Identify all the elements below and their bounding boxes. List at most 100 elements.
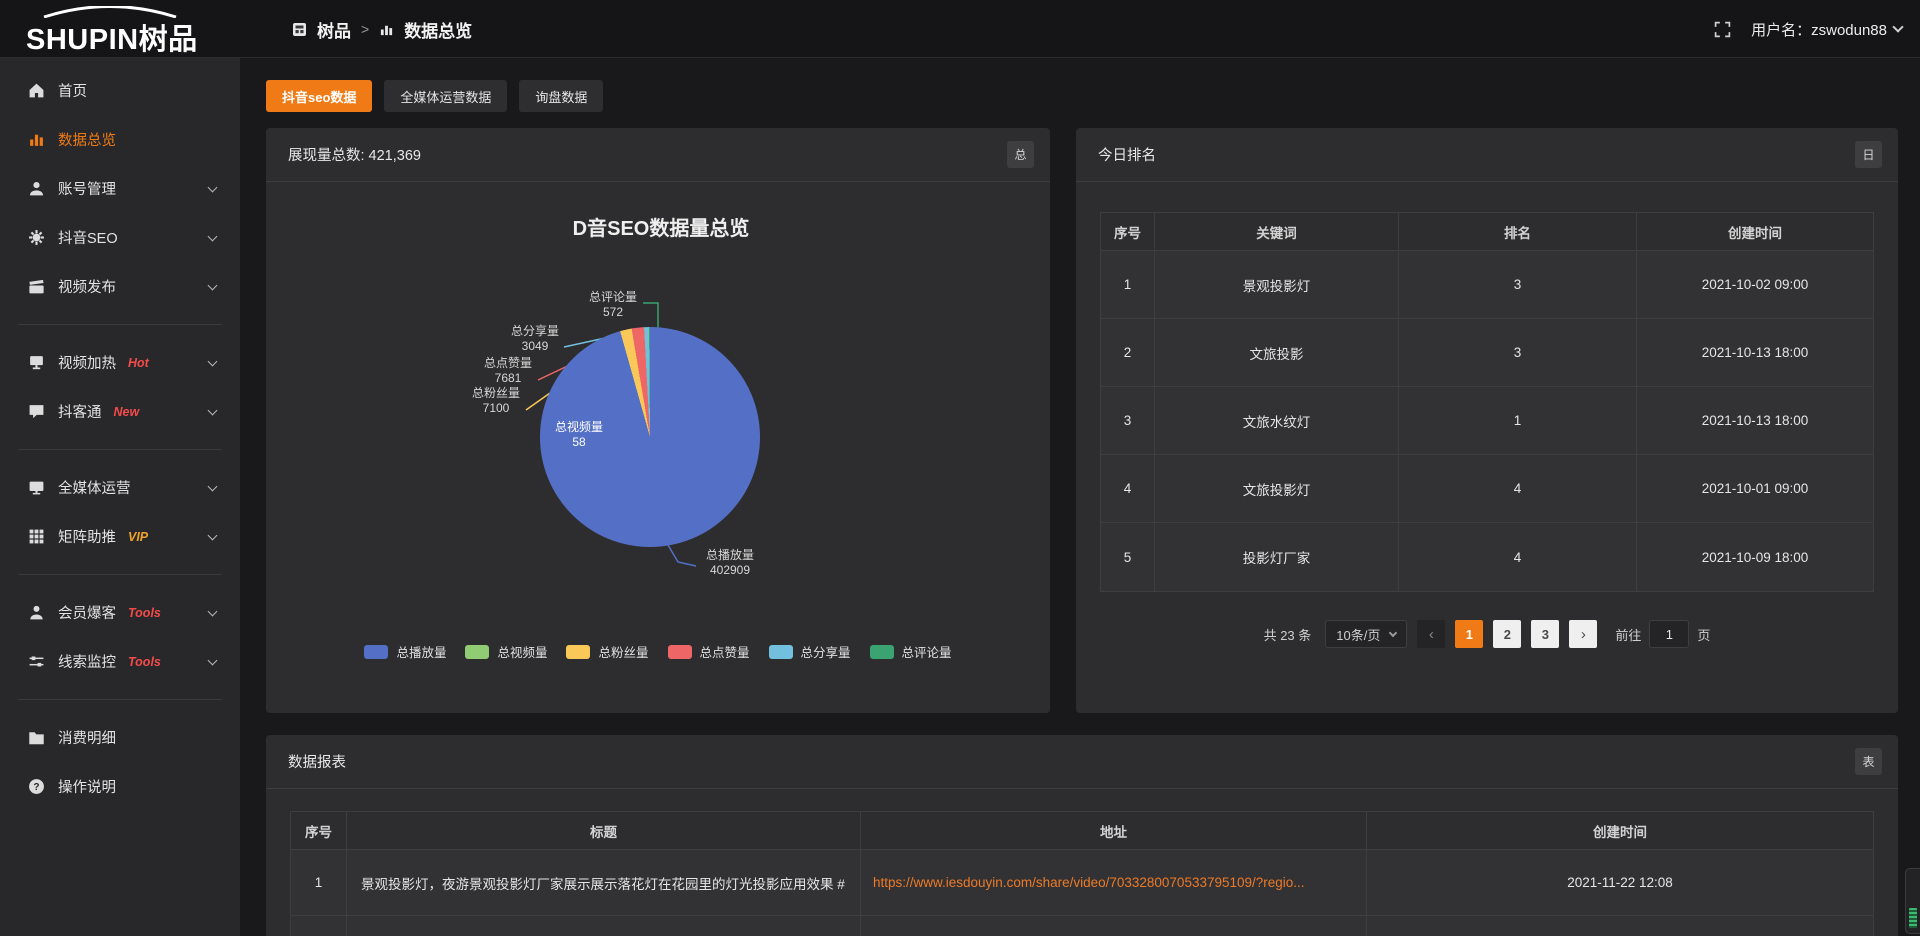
overview-panel-header: 展现量总数: 421,369 总 xyxy=(266,128,1050,182)
next-page-button[interactable]: › xyxy=(1569,620,1597,648)
ranking-title: 今日排名 xyxy=(1098,144,1156,165)
grid-icon xyxy=(28,528,45,545)
sidebar-item-home[interactable]: 首页 xyxy=(0,66,240,115)
breadcrumb: 树品 > 数据总览 xyxy=(292,0,472,58)
breadcrumb-root[interactable]: 树品 xyxy=(317,17,351,42)
floating-widget[interactable] xyxy=(1905,868,1920,934)
legend-item-plays[interactable]: 总播放量 xyxy=(364,642,446,661)
monitor-icon xyxy=(28,479,45,496)
total-badge[interactable]: 总 xyxy=(1007,141,1034,168)
user-icon xyxy=(28,180,45,197)
person-icon xyxy=(28,604,45,621)
report-panel-header: 数据报表 表 xyxy=(266,735,1898,789)
report-title: 数据报表 xyxy=(288,751,346,772)
table-row[interactable]: 1 景观投影灯，夜游景观投影灯厂家展示展示落花灯在花园里的灯光投影应用效果 # … xyxy=(291,850,1873,916)
ranking-panel: 今日排名 日 序号 关键词 排名 创建时间 1 景观投影灯 3 2021-10-… xyxy=(1076,128,1898,713)
sidebar-item-douyin-seo[interactable]: 抖音SEO xyxy=(0,213,240,262)
sidebar-item-consumption-detail[interactable]: 消费明细 xyxy=(0,713,240,762)
chevron-down-icon xyxy=(208,656,218,666)
fullscreen-icon[interactable] xyxy=(1714,21,1731,38)
col-title: 标题 xyxy=(347,812,861,849)
bar-chart-icon xyxy=(28,131,45,148)
legend-item-likes[interactable]: 总点赞量 xyxy=(668,642,750,661)
sidebar-item-video-heat[interactable]: 视频加热 Hot xyxy=(0,338,240,387)
sidebar-item-label: 抖音SEO xyxy=(58,227,118,248)
pie-label-likes: 总点赞量7681 xyxy=(463,356,553,386)
question-icon: ? xyxy=(28,778,45,795)
sidebar-item-label: 抖客通 xyxy=(58,401,102,422)
sidebar-item-media-operation[interactable]: 全媒体运营 xyxy=(0,463,240,512)
sidebar-item-clue-monitor[interactable]: 线索监控 Tools xyxy=(0,637,240,686)
sidebar-item-label: 首页 xyxy=(58,80,87,101)
home-icon xyxy=(28,82,45,99)
legend-item-videos[interactable]: 总视频量 xyxy=(465,642,547,661)
svg-text:?: ? xyxy=(33,782,39,793)
video-url-link[interactable]: https://www.iesdouyin.com/share/video/70… xyxy=(861,850,1367,915)
sidebar-item-label: 消费明细 xyxy=(58,727,116,748)
chevron-down-icon xyxy=(208,232,218,242)
top-header: SHUPIN树品 树品 > 数据总览 用户名：zswodun88 xyxy=(0,0,1920,58)
sidebar-item-matrix-boost[interactable]: 矩阵助推 VIP xyxy=(0,512,240,561)
page-button-1[interactable]: 1 xyxy=(1455,620,1483,648)
sidebar-divider xyxy=(18,699,222,700)
sidebar-item-label: 视频加热 xyxy=(58,352,116,373)
sidebar-item-account[interactable]: 账号管理 xyxy=(0,164,240,213)
widget-green-indicator xyxy=(1909,908,1917,928)
sliders-icon xyxy=(28,653,45,670)
sidebar-nav: 首页 数据总览 账号管理 抖音SEO 视频发布 视频加热 Hot xyxy=(0,58,240,936)
col-no: 序号 xyxy=(291,812,347,849)
legend-item-shares[interactable]: 总分享量 xyxy=(769,642,851,661)
sidebar-item-label: 全媒体运营 xyxy=(58,477,131,498)
table-row[interactable]: 2 文旅投影 3 2021-10-13 18:00 xyxy=(1101,319,1873,387)
table-row[interactable]: 4 文旅投影灯 4 2021-10-01 09:00 xyxy=(1101,455,1873,523)
goto-page-input[interactable] xyxy=(1649,620,1689,648)
report-table-header: 序号 标题 地址 创建时间 xyxy=(291,812,1873,850)
tab-douyin-seo[interactable]: 抖音seo数据 xyxy=(266,80,372,112)
legend-item-fans[interactable]: 总粉丝量 xyxy=(566,642,648,661)
pie-label-plays: 总播放量402909 xyxy=(685,548,775,578)
sidebar-item-label: 线索监控 xyxy=(58,651,116,672)
sidebar-item-douketong[interactable]: 抖客通 New xyxy=(0,387,240,436)
new-badge: New xyxy=(114,405,140,419)
sidebar-item-data-overview[interactable]: 数据总览 xyxy=(0,115,240,164)
col-url: 地址 xyxy=(861,812,1367,849)
breadcrumb-root-icon xyxy=(292,22,307,37)
legend-swatch xyxy=(566,645,590,659)
ranking-table: 序号 关键词 排名 创建时间 1 景观投影灯 3 2021-10-02 09:0… xyxy=(1100,212,1874,592)
table-row[interactable]: 3 文旅水纹灯 1 2021-10-13 18:00 xyxy=(1101,387,1873,455)
page-size-select[interactable]: 10条/页 xyxy=(1325,620,1407,648)
pie-label-fans: 总粉丝量7100 xyxy=(451,386,541,416)
hot-badge: Hot xyxy=(128,356,149,370)
page-button-2[interactable]: 2 xyxy=(1493,620,1521,648)
chevron-down-icon xyxy=(1389,629,1397,637)
chevron-down-icon xyxy=(208,183,218,193)
day-badge[interactable]: 日 xyxy=(1855,141,1882,168)
tab-inquiry[interactable]: 询盘数据 xyxy=(519,80,603,112)
table-badge[interactable]: 表 xyxy=(1855,748,1882,775)
table-row[interactable]: 5 投影灯厂家 4 2021-10-09 18:00 xyxy=(1101,523,1873,591)
sidebar-item-member-baoke[interactable]: 会员爆客 Tools xyxy=(0,588,240,637)
vip-badge: VIP xyxy=(128,530,148,544)
sidebar-item-label: 账号管理 xyxy=(58,178,116,199)
gear-icon xyxy=(28,229,45,246)
tools-badge: Tools xyxy=(128,606,161,620)
table-row[interactable]: 1 景观投影灯 3 2021-10-02 09:00 xyxy=(1101,251,1873,319)
sidebar-item-instructions[interactable]: ? 操作说明 xyxy=(0,762,240,811)
pagination-goto: 前往 页 xyxy=(1615,620,1710,648)
legend-swatch xyxy=(870,645,894,659)
tab-media-operation[interactable]: 全媒体运营数据 xyxy=(384,80,507,112)
page-button-3[interactable]: 3 xyxy=(1531,620,1559,648)
report-table: 序号 标题 地址 创建时间 1 景观投影灯，夜游景观投影灯厂家展示展示落花灯在花… xyxy=(290,811,1874,936)
col-no: 序号 xyxy=(1101,213,1155,250)
user-menu[interactable]: 用户名：zswodun88 xyxy=(1751,19,1902,40)
prev-page-button[interactable]: ‹ xyxy=(1417,620,1445,648)
pie-label-shares: 总分享量3049 xyxy=(490,324,580,354)
sidebar-item-video-publish[interactable]: 视频发布 xyxy=(0,262,240,311)
pie-label-comments: 总评论量572 xyxy=(568,290,658,320)
app-logo[interactable]: SHUPIN树品 xyxy=(26,6,236,54)
sidebar-item-label: 视频发布 xyxy=(58,276,116,297)
sidebar-divider xyxy=(18,574,222,575)
col-created: 创建时间 xyxy=(1367,812,1873,849)
impressions-total: 展现量总数: 421,369 xyxy=(288,144,421,165)
legend-item-comments[interactable]: 总评论量 xyxy=(870,642,952,661)
